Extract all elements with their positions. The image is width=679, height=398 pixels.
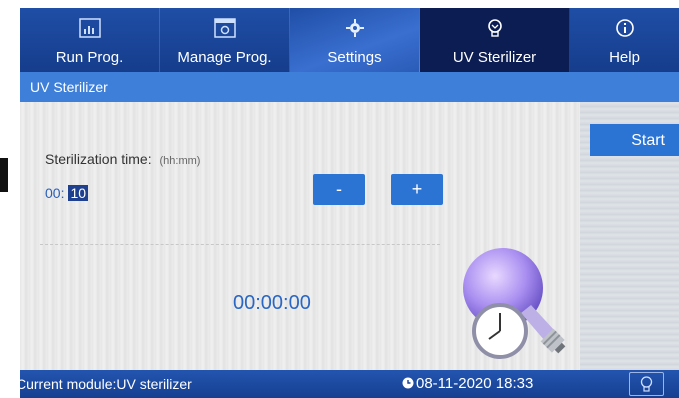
start-button[interactable]: Start [590,124,679,156]
sterilization-time-text: Sterilization time: [45,151,152,167]
sterilization-time-value: 00: 10 [45,185,89,201]
decrement-button[interactable]: - [313,174,365,205]
content-divider [40,244,440,246]
device-bezel [0,0,20,398]
lamp-status-button[interactable] [629,372,664,396]
tab-settings[interactable]: Settings [290,8,420,72]
page-title: UV Sterilizer [20,72,679,102]
hours-field[interactable]: 00 [45,185,61,201]
increment-button[interactable]: + [391,174,443,205]
tab-run-program-label: Run Prog. [55,49,124,66]
tab-manage-program-label: Manage Prog. [177,49,272,66]
datetime-text: 08-11-2020 18:33 [416,375,534,392]
device-screen: Run Prog. Manage Prog. Settings UV Steri… [20,8,679,398]
tab-help-label: Help [609,49,640,66]
time-separator: : [60,185,65,201]
datetime-display: 08-11-2020 18:33 [402,375,533,392]
status-bar: Current module:UV sterilizer 08-11-2020 … [20,370,679,398]
tab-settings-label: Settings [327,49,382,66]
bezel-mark [0,158,8,192]
clock-icon [402,377,414,389]
tab-help[interactable]: Help [570,8,679,72]
minutes-field[interactable]: 10 [68,185,89,201]
time-format-hint: (hh:mm) [159,155,201,167]
countdown-timer: 00:00:00 [233,292,311,314]
gear-icon [345,19,364,37]
uv-lamp-clock-icon [463,248,566,359]
sterilization-time-label: Sterilization time: (hh:mm) [45,151,200,167]
uv-bulb-icon [487,19,502,37]
manage-program-icon [213,18,236,38]
tab-manage-program[interactable]: Manage Prog. [160,8,290,72]
top-nav: Run Prog. Manage Prog. Settings UV Steri… [20,8,679,72]
tab-uv-sterilizer[interactable]: UV Sterilizer [420,8,570,72]
current-module-text: Current module:UV sterilizer [20,376,192,392]
bulb-outline-icon [640,376,653,392]
run-program-icon [78,18,101,38]
info-icon [615,19,634,37]
tab-run-program[interactable]: Run Prog. [20,8,160,72]
tab-uv-sterilizer-label: UV Sterilizer [452,49,537,66]
